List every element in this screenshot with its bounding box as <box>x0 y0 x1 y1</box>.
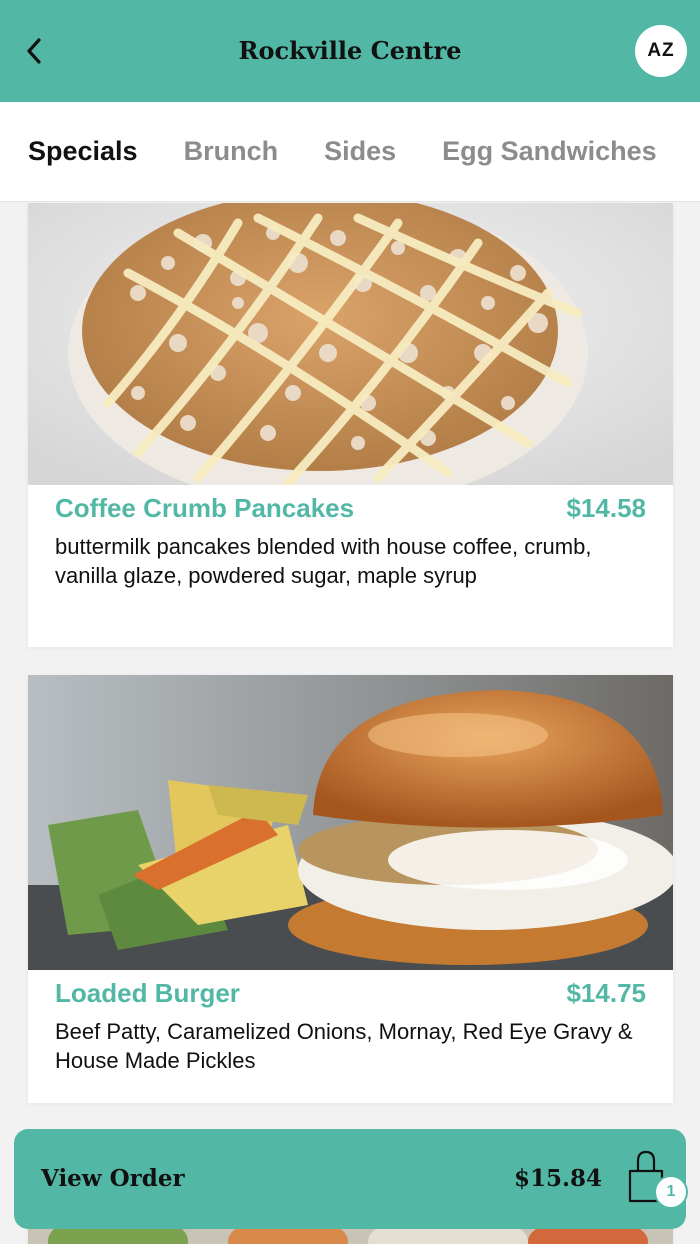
item-description: Beef Patty, Caramelized Onions, Mornay, … <box>55 1019 633 1073</box>
tab-brunch[interactable]: Brunch <box>184 136 279 167</box>
app-header: Rockville Centre AZ <box>0 0 700 102</box>
item-description: buttermilk pancakes blended with house c… <box>55 534 592 588</box>
item-price: $14.75 <box>566 978 646 1008</box>
burger-image <box>28 675 673 970</box>
tab-specials[interactable]: Specials <box>28 136 138 167</box>
menu-item-card[interactable]: Loaded Burger $14.75 Beef Patty, Caramel… <box>28 675 673 1103</box>
tab-egg-sandwiches[interactable]: Egg Sandwiches <box>442 136 657 167</box>
cart-count-badge: 1 <box>654 1175 688 1209</box>
menu-item-card[interactable]: Coffee Crumb Pancakes $14.58 buttermilk … <box>28 203 673 647</box>
item-name: Coffee Crumb Pancakes <box>55 493 355 523</box>
page-title: Rockville Centre <box>238 36 462 65</box>
view-order-button[interactable]: View Order $15.84 1 <box>14 1129 688 1229</box>
order-total: $15.84 <box>514 1165 603 1192</box>
view-order-label: View Order <box>41 1165 185 1192</box>
item-name: Loaded Burger <box>55 978 240 1008</box>
tab-sides[interactable]: Sides <box>324 136 396 167</box>
category-tabs: Specials Brunch Sides Egg Sandwiches <box>0 102 700 202</box>
menu-feed[interactable]: Coffee Crumb Pancakes $14.58 buttermilk … <box>0 203 700 1244</box>
pancakes-image <box>28 203 673 485</box>
avatar[interactable]: AZ <box>635 25 687 77</box>
item-price: $14.58 <box>566 493 646 523</box>
